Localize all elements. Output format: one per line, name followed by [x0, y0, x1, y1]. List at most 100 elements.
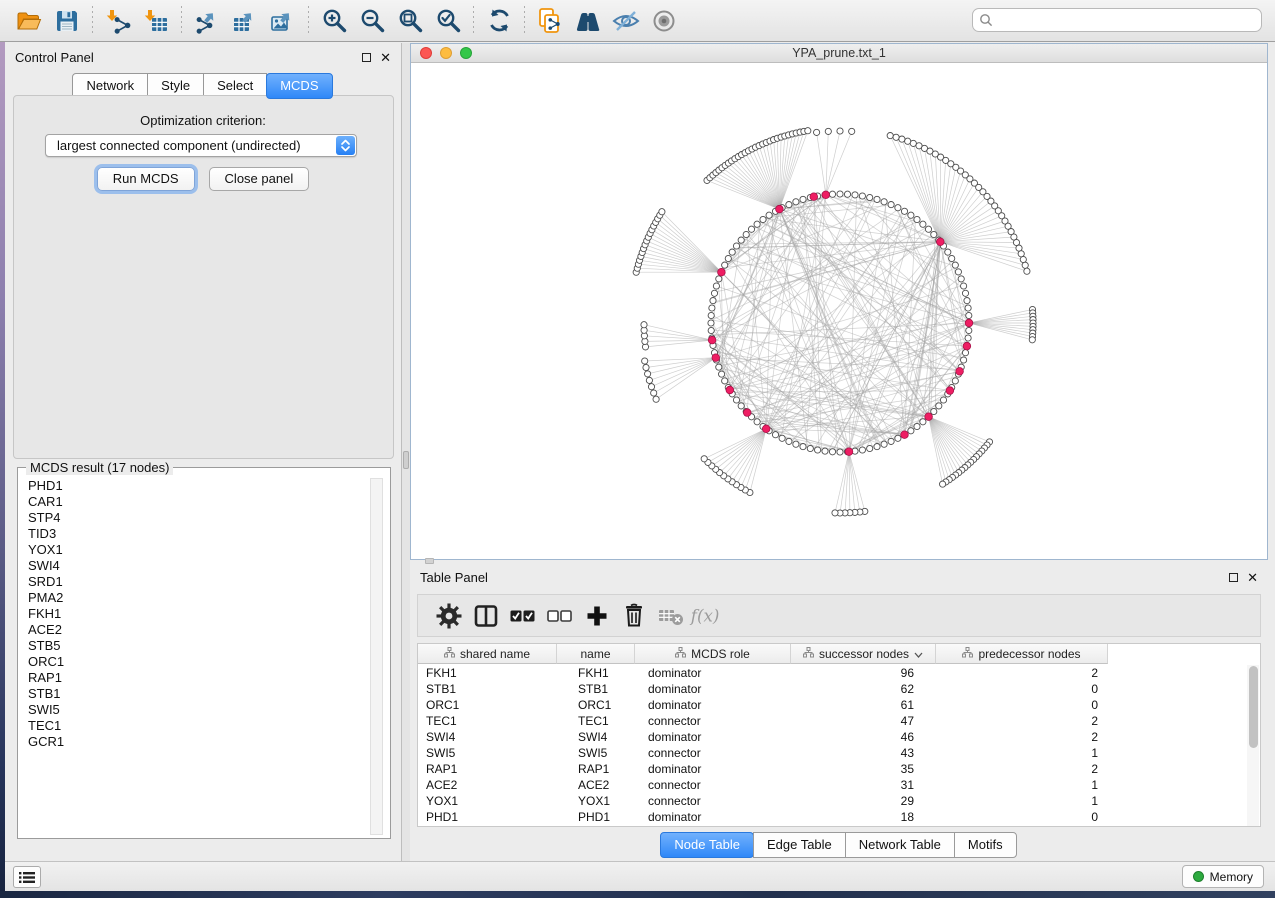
zoom-out-icon[interactable]: [353, 4, 391, 38]
save-icon[interactable]: [48, 4, 86, 38]
delete-column-icon[interactable]: [615, 598, 652, 634]
network-view-window: YPA_prune.txt_1: [410, 43, 1268, 560]
memory-button[interactable]: Memory: [1182, 865, 1264, 888]
network-node: [645, 371, 651, 377]
tab-node-table[interactable]: Node Table: [660, 832, 754, 858]
close-table-panel-icon[interactable]: ✕: [1247, 573, 1258, 582]
export-table-icon[interactable]: [226, 4, 264, 38]
table-row[interactable]: SWI4SWI4dominator462: [418, 729, 1118, 745]
optimization-criterion-dropdown[interactable]: largest connected component (undirected): [45, 134, 357, 157]
column-header-shared-name[interactable]: shared name: [418, 644, 557, 664]
close-panel-button[interactable]: Close panel: [209, 167, 310, 191]
mcds-result-item[interactable]: CAR1: [28, 494, 371, 510]
splitter-grip[interactable]: [403, 451, 409, 469]
column-header-name[interactable]: name: [557, 644, 635, 664]
hide-selected-icon[interactable]: [607, 4, 645, 38]
network-hub-node: [776, 205, 784, 213]
mcds-list-scrollbar[interactable]: [370, 478, 383, 835]
open-folder-icon[interactable]: [10, 4, 48, 38]
sort-indicator-icon: [914, 647, 923, 661]
column-visibility-icon[interactable]: [467, 598, 504, 634]
cell-successor-nodes: 43: [791, 746, 936, 760]
table-row[interactable]: YOX1YOX1connector291: [418, 793, 1118, 809]
table-scrollbar-thumb[interactable]: [1249, 666, 1258, 748]
tab-motifs[interactable]: Motifs: [954, 832, 1017, 858]
show-all-icon[interactable]: [645, 4, 683, 38]
zoom-fit-icon[interactable]: [391, 4, 429, 38]
mcds-result-item[interactable]: ORC1: [28, 654, 371, 670]
network-node: [708, 320, 714, 326]
export-image-icon[interactable]: [264, 4, 302, 38]
mcds-result-item[interactable]: FKH1: [28, 606, 371, 622]
table-scrollbar[interactable]: [1247, 665, 1259, 827]
float-table-panel-icon[interactable]: [1229, 573, 1238, 582]
mcds-result-item[interactable]: ACE2: [28, 622, 371, 638]
task-history-button[interactable]: [13, 866, 41, 888]
table-row[interactable]: ACE2ACE2connector311: [418, 777, 1118, 793]
tab-mcds[interactable]: MCDS: [266, 73, 332, 99]
network-node: [849, 128, 855, 134]
float-panel-icon[interactable]: [362, 53, 371, 62]
import-network-icon[interactable]: [99, 4, 137, 38]
zoom-selected-icon[interactable]: [429, 4, 467, 38]
mcds-result-item[interactable]: YOX1: [28, 542, 371, 558]
refresh-icon[interactable]: [480, 4, 518, 38]
cell-successor-nodes: 96: [791, 666, 936, 680]
cell-successor-nodes: 35: [791, 762, 936, 776]
network-node: [716, 364, 722, 370]
mcds-result-item[interactable]: GCR1: [28, 734, 371, 750]
table-settings-icon[interactable]: [430, 598, 467, 634]
table-row[interactable]: TEC1TEC1connector472: [418, 713, 1118, 729]
new-network-from-selection-icon[interactable]: [531, 4, 569, 38]
network-window-titlebar[interactable]: YPA_prune.txt_1: [411, 44, 1267, 63]
mcds-result-item[interactable]: TEC1: [28, 718, 371, 734]
dropdown-stepper-icon: [336, 136, 355, 155]
mcds-result-item[interactable]: PMA2: [28, 590, 371, 606]
table-row[interactable]: RAP1RAP1dominator352: [418, 761, 1118, 777]
network-node: [859, 447, 865, 453]
horizontal-splitter-grip[interactable]: [425, 558, 434, 564]
zoom-in-icon[interactable]: [315, 4, 353, 38]
vertical-splitter[interactable]: [402, 43, 410, 861]
network-canvas[interactable]: [411, 63, 1267, 559]
table-panel-titlebar: Table Panel ✕: [410, 563, 1268, 591]
find-icon[interactable]: [569, 4, 607, 38]
export-network-icon[interactable]: [188, 4, 226, 38]
column-header-MCDS-role[interactable]: MCDS role: [635, 644, 791, 664]
mcds-result-item[interactable]: STB5: [28, 638, 371, 654]
mcds-result-item[interactable]: SWI5: [28, 702, 371, 718]
table-header-row: shared namename MCDS role successor node…: [418, 644, 1108, 664]
tab-network-table[interactable]: Network Table: [845, 832, 955, 858]
mcds-result-list[interactable]: PHD1CAR1STP4TID3YOX1SWI4SRD1PMA2FKH1ACE2…: [19, 478, 371, 836]
network-graph[interactable]: [411, 63, 1267, 559]
cell-predecessor-nodes: 0: [936, 810, 1108, 824]
run-mcds-button[interactable]: Run MCDS: [97, 167, 195, 191]
cell-name: SWI5: [557, 746, 635, 760]
cell-successor-nodes: 46: [791, 730, 936, 744]
table-row[interactable]: STB1STB1dominator620: [418, 681, 1118, 697]
select-all-rows-icon[interactable]: [504, 598, 541, 634]
network-node: [805, 128, 811, 134]
column-header-successor-nodes[interactable]: successor nodes: [791, 644, 936, 664]
search-input[interactable]: [972, 8, 1262, 32]
import-table-icon[interactable]: [137, 4, 175, 38]
mcds-result-item[interactable]: PHD1: [28, 478, 371, 494]
mcds-result-item[interactable]: SRD1: [28, 574, 371, 590]
mcds-result-item[interactable]: STB1: [28, 686, 371, 702]
mcds-result-item[interactable]: RAP1: [28, 670, 371, 686]
add-column-icon[interactable]: [578, 598, 615, 634]
network-node: [772, 432, 778, 438]
network-node: [920, 419, 926, 425]
table-row[interactable]: ORC1ORC1dominator610: [418, 697, 1118, 713]
table-row[interactable]: FKH1FKH1dominator962: [418, 665, 1118, 681]
deselect-all-rows-icon[interactable]: [541, 598, 578, 634]
mcds-result-item[interactable]: STP4: [28, 510, 371, 526]
mcds-result-item[interactable]: SWI4: [28, 558, 371, 574]
table-row[interactable]: SWI5SWI5connector431: [418, 745, 1118, 761]
close-panel-icon[interactable]: ✕: [380, 53, 391, 62]
tab-edge-table[interactable]: Edge Table: [753, 832, 846, 858]
column-header-predecessor-nodes[interactable]: predecessor nodes: [936, 644, 1108, 664]
mcds-result-item[interactable]: TID3: [28, 526, 371, 542]
status-bar: Memory: [5, 861, 1275, 891]
table-row[interactable]: PHD1PHD1dominator180: [418, 809, 1118, 825]
